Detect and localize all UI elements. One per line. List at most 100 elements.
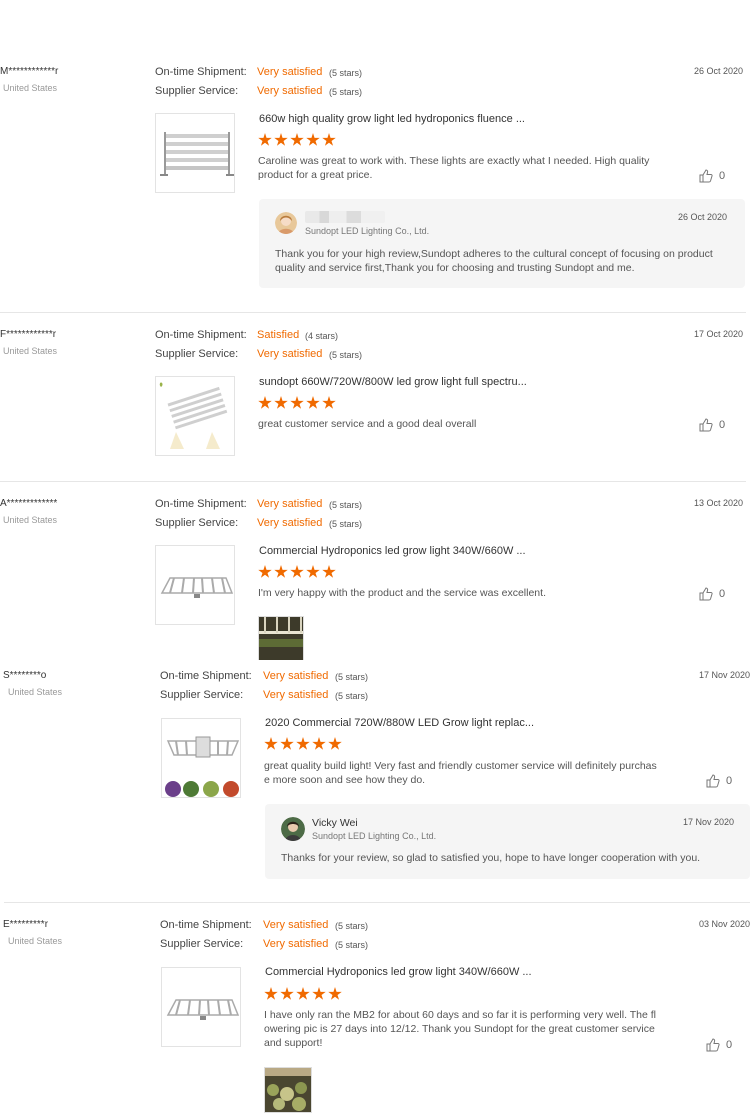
product-title-link[interactable]: 2020 Commercial 720W/880W LED Grow light… (265, 717, 534, 729)
service-stars: (5 stars) (329, 350, 363, 360)
star-icon (290, 565, 304, 578)
service-label: Supplier Service: (155, 517, 239, 529)
thumbs-up-icon (699, 418, 713, 432)
service-label: Supplier Service: (160, 938, 244, 950)
review-date: 13 Oct 2020 (694, 498, 744, 508)
product-thumbnail[interactable] (161, 967, 241, 1047)
service-stars: (5 stars) (329, 519, 363, 529)
star-icon (312, 987, 326, 1000)
thumbs-up-icon (706, 774, 720, 788)
star-icon (280, 737, 294, 750)
product-title-link[interactable]: 660w high quality grow light led hydropo… (259, 113, 525, 125)
star-icon (322, 396, 336, 409)
product-title-link[interactable]: Commercial Hydroponics led grow light 34… (259, 545, 526, 557)
review-card: S********o United States On-time Shipmen… (0, 660, 750, 902)
supplier-avatar (275, 212, 297, 234)
rating-stars (258, 565, 336, 579)
shipment-value: Very satisfied (257, 66, 323, 78)
review-card: A************* United States On-time Shi… (0, 482, 750, 660)
shipment-label: On-time Shipment: (160, 919, 252, 931)
grow-light-image (166, 999, 240, 1020)
rating-stars (258, 133, 336, 147)
reviewer-name: A************* (0, 498, 58, 509)
star-icon (296, 987, 310, 1000)
service-value: Very satisfied (257, 85, 323, 97)
shipment-value: Very satisfied (263, 670, 329, 682)
service-value: Very satisfied (257, 348, 323, 360)
shipment-value: Satisfied (257, 329, 300, 341)
shipment-label: On-time Shipment: (160, 670, 252, 682)
grow-light-image (160, 577, 234, 598)
star-icon (296, 737, 310, 750)
supplier-company: Sundopt LED Lighting Co., Ltd. (305, 226, 430, 236)
star-icon (280, 987, 294, 1000)
reviewer-name: S********o (3, 670, 47, 681)
shipment-value: Very satisfied (263, 919, 329, 931)
grow-light-image (160, 132, 234, 176)
service-stars: (5 stars) (335, 940, 369, 950)
product-thumbnail[interactable] (155, 545, 235, 625)
star-icon (258, 396, 272, 409)
reply-date: 17 Nov 2020 (683, 817, 735, 827)
product-title-link[interactable]: sundopt 660W/720W/800W led grow light fu… (259, 376, 527, 388)
service-label: Supplier Service: (155, 85, 239, 97)
product-thumbnail[interactable] (155, 113, 235, 193)
shipment-stars: (4 stars) (305, 331, 339, 341)
review-comment: I'm very happy with the product and the … (258, 587, 546, 599)
reviewer-country: United States (8, 687, 63, 697)
like-button[interactable]: 0 (706, 1038, 732, 1052)
like-count: 0 (726, 1039, 733, 1051)
like-button[interactable]: 0 (699, 418, 725, 432)
service-value: Very satisfied (263, 938, 329, 950)
thumbs-up-icon (699, 587, 713, 601)
product-thumbnail[interactable] (161, 718, 241, 798)
review-photo[interactable] (258, 616, 304, 660)
service-value: Very satisfied (257, 517, 323, 529)
rating-stars (264, 987, 342, 1001)
supplier-avatar (281, 817, 305, 841)
shipment-stars: (5 stars) (335, 921, 369, 931)
service-stars: (5 stars) (329, 87, 363, 97)
thumbs-up-icon (706, 1038, 720, 1052)
like-count: 0 (726, 775, 733, 787)
review-date: 03 Nov 2020 (699, 919, 750, 929)
reply-date: 26 Oct 2020 (678, 212, 728, 222)
reviewer-name: E*********r (3, 919, 49, 930)
grow-light-image (165, 736, 240, 797)
service-stars: (5 stars) (335, 691, 369, 701)
reviewer-country: United States (3, 515, 58, 525)
review-comment: Caroline was great to work with. These l… (258, 155, 650, 181)
product-title-link[interactable]: Commercial Hydroponics led grow light 34… (265, 966, 532, 978)
shipment-label: On-time Shipment: (155, 329, 247, 341)
reviewer-country: United States (3, 83, 58, 93)
review-card: E*********r United States On-time Shipme… (0, 903, 750, 1120)
shipment-label: On-time Shipment: (155, 66, 247, 78)
supplier-reply: Sundopt LED Lighting Co., Ltd. 26 Oct 20… (259, 199, 745, 288)
rating-stars (264, 737, 342, 751)
service-label: Supplier Service: (160, 689, 244, 701)
product-thumbnail[interactable] (155, 376, 235, 456)
like-button[interactable]: 0 (699, 587, 725, 601)
shipment-stars: (5 stars) (329, 68, 363, 78)
star-icon (274, 565, 288, 578)
supplier-rep-name: Vicky Wei (312, 817, 358, 829)
like-button[interactable]: 0 (706, 774, 732, 788)
star-icon (322, 133, 336, 146)
like-count: 0 (719, 170, 726, 182)
review-comment: I have only ran the MB2 for about 60 day… (264, 1009, 657, 1049)
review-date: 17 Nov 2020 (699, 670, 750, 680)
star-icon (322, 565, 336, 578)
reviewer-name: M************r (0, 66, 59, 77)
star-icon (306, 133, 320, 146)
star-icon (328, 737, 342, 750)
like-count: 0 (719, 588, 726, 600)
grow-light-image (159, 382, 228, 449)
star-icon (290, 396, 304, 409)
shipment-label: On-time Shipment: (155, 498, 247, 510)
review-card: M************r United States On-time Shi… (0, 0, 750, 312)
review-comment: great quality build light! Very fast and… (264, 760, 657, 786)
review-photo[interactable] (264, 1067, 312, 1113)
shipment-stars: (5 stars) (329, 500, 363, 510)
service-value: Very satisfied (263, 689, 329, 701)
like-button[interactable]: 0 (699, 169, 725, 183)
